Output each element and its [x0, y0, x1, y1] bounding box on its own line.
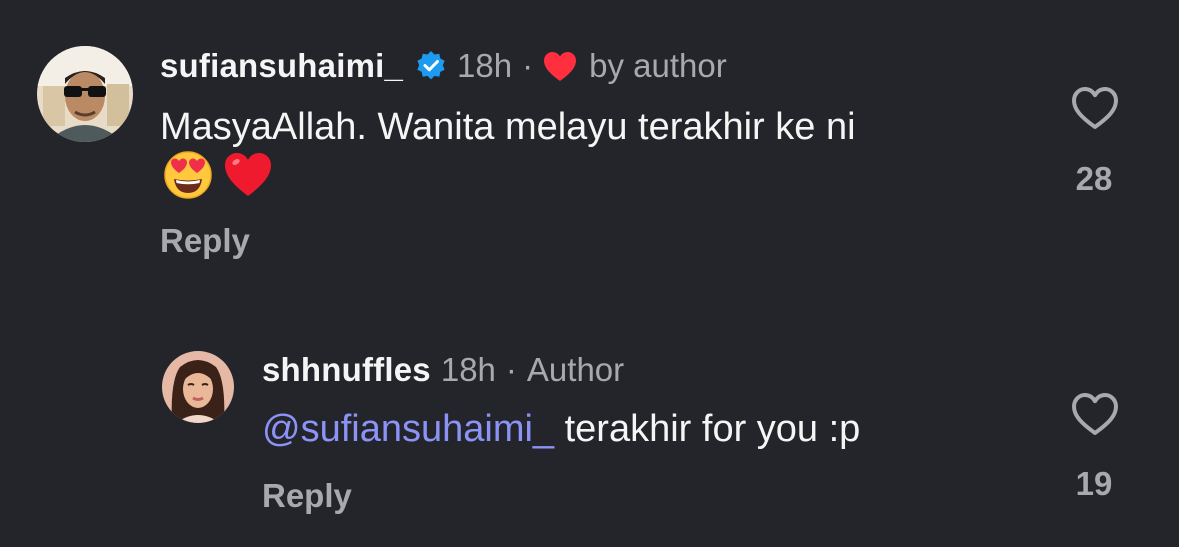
author-badge: Author: [526, 351, 625, 388]
red-heart-emoji-icon: [225, 153, 271, 196]
comments-panel: sufiansuhaimi_ 18h · by author MasyaAlla…: [0, 0, 1179, 547]
comment-time: 18h: [457, 47, 513, 84]
comment-username[interactable]: shhnuffles: [262, 351, 431, 389]
like-count: 28: [1075, 160, 1113, 197]
heart-eyes-emoji-icon: [164, 151, 212, 199]
avatar-photo-woman-icon: [162, 351, 234, 423]
comment-text: MasyaAllah. Wanita melayu terakhir ke ni: [160, 106, 856, 148]
like-heart-outline-icon[interactable]: [1070, 391, 1120, 437]
comment-header: shhnuffles 18h · Author: [262, 350, 624, 390]
mention-link[interactable]: @sufiansuhaimi_: [262, 408, 554, 450]
avatar[interactable]: [162, 351, 234, 423]
separator-dot: ·: [505, 351, 517, 388]
liked-by-author-heart-icon: [543, 51, 577, 82]
comment-text: @sufiansuhaimi_ terakhir for you :p: [262, 402, 1022, 456]
avatar[interactable]: [37, 46, 133, 142]
verified-badge-icon: [415, 50, 447, 82]
separator-dot: ·: [522, 47, 534, 84]
comment-username[interactable]: sufiansuhaimi_: [160, 47, 403, 85]
comment-header: sufiansuhaimi_ 18h · by author: [160, 46, 727, 86]
avatar-photo-man-icon: [37, 46, 133, 142]
comment-time: 18h: [440, 351, 496, 388]
reply-button[interactable]: Reply: [160, 222, 250, 260]
liked-by-author-label: by author: [589, 47, 727, 84]
like-heart-outline-icon[interactable]: [1070, 85, 1120, 131]
like-count: 19: [1075, 465, 1113, 502]
reply-button[interactable]: Reply: [262, 477, 352, 515]
comment-text-body: terakhir for you :p: [554, 408, 861, 450]
comment-emojis: [163, 150, 273, 200]
